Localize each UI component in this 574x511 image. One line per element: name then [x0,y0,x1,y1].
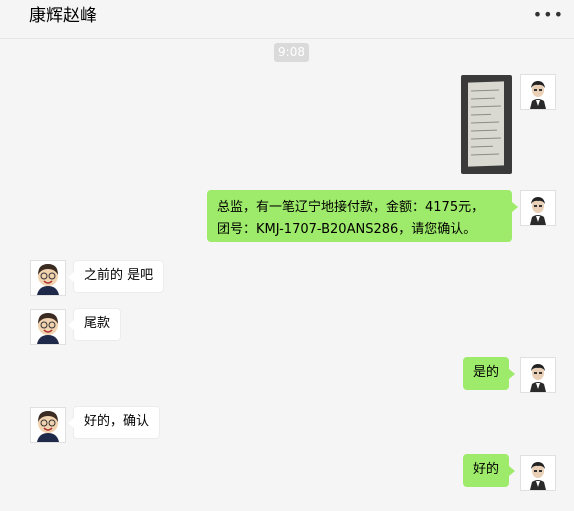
my-avatar[interactable] [520,190,556,226]
contact-avatar[interactable] [30,260,66,296]
message-text: 总监，有一笔辽宁地接付款，金额：4175元， [217,200,485,215]
chat-title: 康辉赵峰 [29,6,97,26]
message-bubble-mine[interactable]: 总监，有一笔辽宁地接付款，金额：4175元， 团号：KMJ-1707-B20AN… [207,190,518,242]
message-text: 之前的 是吧 [84,268,154,283]
my-avatar[interactable] [520,357,556,393]
message-text: 是的 [473,365,500,380]
message-bubble-mine[interactable]: 是的 [463,357,516,390]
document-photo-icon [468,81,504,167]
my-avatar[interactable] [520,455,556,491]
message-bubble-mine[interactable]: 好的 [463,454,516,487]
contact-avatar[interactable] [30,309,66,345]
message-text: 尾款 [84,316,111,331]
message-bubble-contact[interactable]: 尾款 [67,308,122,341]
message-text: 好的 [473,462,500,477]
timestamp: 9:08 [274,43,309,62]
more-dots-icon[interactable]: ••• [533,4,564,26]
message-bubble-contact[interactable]: 好的，确认 [67,406,161,439]
chat-header: 康辉赵峰 ••• [0,0,574,39]
my-avatar[interactable] [520,74,556,110]
message-bubble-contact[interactable]: 之前的 是吧 [67,260,165,293]
image-message[interactable] [461,75,512,174]
message-text: 好的，确认 [84,414,150,429]
message-text: 团号：KMJ-1707-B20ANS286，请您确认。 [217,222,477,237]
contact-avatar[interactable] [30,407,66,443]
